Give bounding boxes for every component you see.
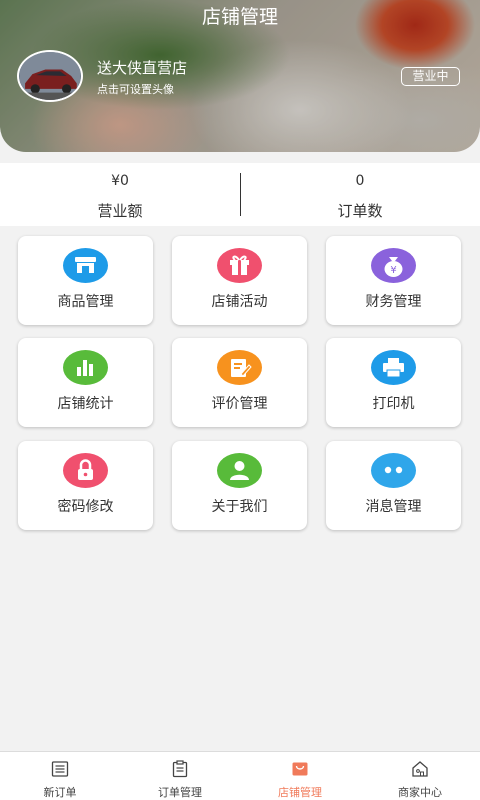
money-bag-icon: ¥ bbox=[371, 248, 416, 283]
lock-icon bbox=[63, 453, 108, 488]
menu-tile-activities[interactable]: 店铺活动 bbox=[172, 236, 307, 325]
edit-icon bbox=[217, 350, 262, 385]
revenue-label: 营业额 bbox=[97, 202, 143, 220]
stats-panel: ¥0 营业额 0 订单数 bbox=[0, 163, 480, 226]
revenue-value: ¥0 bbox=[111, 173, 129, 189]
menu-tile-finance[interactable]: ¥ 财务管理 bbox=[326, 236, 461, 325]
bottom-nav: 新订单 订单管理 店铺管理 商家中心 bbox=[0, 751, 480, 800]
list-icon bbox=[51, 760, 69, 778]
page-title: 店铺管理 bbox=[201, 6, 278, 28]
svg-text:¥: ¥ bbox=[390, 265, 396, 276]
header-banner: 店铺管理 送大侠直营店 点击可设置头像 营业中 bbox=[0, 0, 480, 152]
nav-label: 新订单 bbox=[43, 786, 77, 799]
menu-label: 商品管理 bbox=[57, 294, 114, 310]
menu-label: 消息管理 bbox=[365, 499, 422, 515]
gift-icon bbox=[217, 248, 262, 283]
revenue-stat: ¥0 营业额 bbox=[0, 163, 240, 226]
menu-label: 关于我们 bbox=[211, 499, 268, 515]
nav-store-management[interactable]: 店铺管理 bbox=[240, 752, 360, 800]
nav-order-management[interactable]: 订单管理 bbox=[120, 752, 240, 800]
orders-stat: 0 订单数 bbox=[240, 163, 480, 226]
nav-label: 商家中心 bbox=[398, 786, 442, 799]
menu-tile-reviews[interactable]: 评价管理 bbox=[172, 338, 307, 427]
menu-label: 打印机 bbox=[372, 396, 415, 412]
nav-label: 订单管理 bbox=[158, 786, 202, 799]
menu-tile-printer[interactable]: 打印机 bbox=[326, 338, 461, 427]
menu-tile-password[interactable]: 密码修改 bbox=[18, 441, 153, 530]
menu-tile-about[interactable]: 关于我们 bbox=[172, 441, 307, 530]
orders-value: 0 bbox=[355, 173, 365, 189]
bar-chart-icon bbox=[63, 350, 108, 385]
orders-label: 订单数 bbox=[337, 202, 383, 220]
menu-label: 密码修改 bbox=[57, 499, 114, 515]
menu-label: 店铺活动 bbox=[211, 294, 268, 310]
store-name: 送大侠直营店 bbox=[97, 59, 188, 77]
user-icon bbox=[217, 453, 262, 488]
clipboard-icon bbox=[171, 760, 189, 778]
menu-tile-statistics[interactable]: 店铺统计 bbox=[18, 338, 153, 427]
menu-label: 评价管理 bbox=[211, 396, 268, 412]
avatar-hint[interactable]: 点击可设置头像 bbox=[97, 81, 174, 97]
nav-merchant-center[interactable]: 商家中心 bbox=[360, 752, 480, 800]
menu-tile-products[interactable]: 商品管理 bbox=[18, 236, 153, 325]
home-icon bbox=[411, 760, 429, 778]
menu-label: 财务管理 bbox=[365, 294, 422, 310]
menu-label: 店铺统计 bbox=[57, 396, 114, 412]
printer-icon bbox=[371, 350, 416, 385]
menu-tile-messages[interactable]: 消息管理 bbox=[326, 441, 461, 530]
status-badge[interactable]: 营业中 bbox=[401, 67, 460, 86]
store-icon bbox=[63, 248, 108, 283]
store-avatar[interactable] bbox=[17, 50, 83, 102]
chat-icon bbox=[371, 453, 416, 488]
bag-icon bbox=[291, 760, 309, 778]
nav-label: 店铺管理 bbox=[278, 786, 322, 799]
nav-new-orders[interactable]: 新订单 bbox=[0, 752, 120, 800]
